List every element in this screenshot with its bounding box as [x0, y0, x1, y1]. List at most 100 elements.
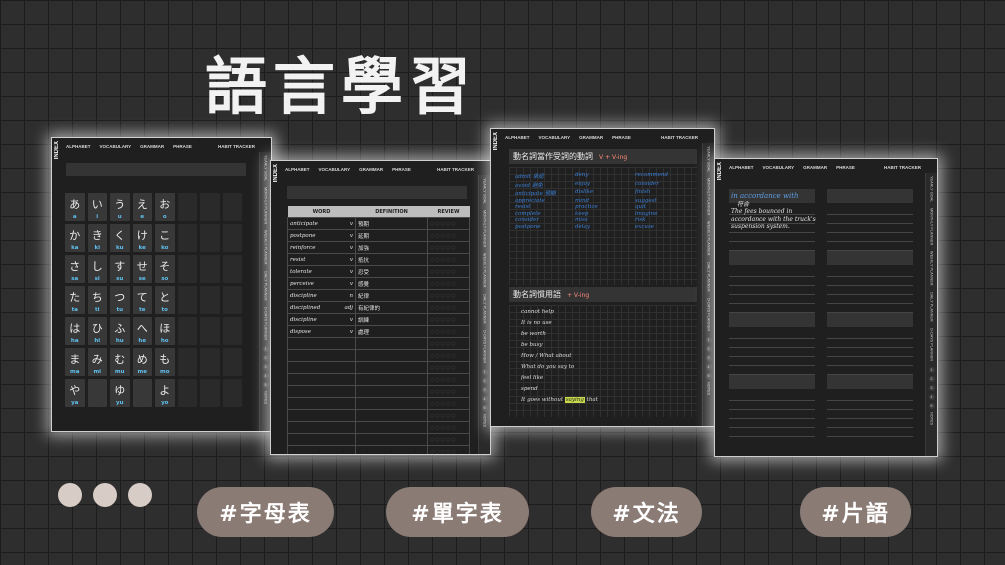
tab-number-1[interactable]: 1	[705, 336, 712, 343]
tab-yearly-goal[interactable]: YEARLY GOAL	[483, 178, 487, 204]
phrase-line[interactable]	[827, 304, 913, 313]
tag-vocabulary[interactable]: #單字表	[386, 487, 529, 537]
phrase-line[interactable]	[827, 242, 913, 251]
phrase-line[interactable]	[729, 277, 815, 286]
tab-daily-planner[interactable]: DAILY PLANNER	[930, 292, 934, 322]
phrase-header-block[interactable]	[827, 375, 913, 389]
review-cell[interactable]: ○○○○○	[427, 277, 470, 290]
phrase-line[interactable]	[729, 366, 815, 375]
tab-monthly-planner[interactable]: MONTHLY PLANNER	[483, 210, 487, 247]
review-cell[interactable]: ○○○○○	[427, 337, 470, 350]
phrase-header-block[interactable]	[827, 251, 913, 265]
nav-vocabulary[interactable]: VOCABULARY	[100, 144, 132, 149]
phrase-line[interactable]	[827, 233, 913, 242]
tab-number-3[interactable]: 3	[705, 354, 712, 361]
phrase-line[interactable]	[827, 401, 913, 410]
tab-number-5[interactable]: 5	[928, 402, 935, 409]
tab-weekly-planner[interactable]: WEEKLY PLANNER	[264, 230, 268, 264]
phrase-line[interactable]	[827, 366, 913, 375]
tab-number-4[interactable]: 4	[481, 395, 488, 402]
review-cell[interactable]: ○○○○○	[427, 409, 470, 422]
tab-number-2[interactable]: 2	[928, 375, 935, 382]
alphabet-page[interactable]: INDEX ALPHABET VOCABULARY GRAMMAR PHRASE…	[51, 137, 272, 432]
review-cell[interactable]: ○○○○○	[427, 241, 470, 254]
tab-notes[interactable]: NOTES	[483, 414, 487, 427]
tab-number-3[interactable]: 3	[928, 384, 935, 391]
tab-d-days-planner[interactable]: D-DAYS PLANNER	[483, 330, 487, 363]
review-cell[interactable]: ○○○○○	[427, 361, 470, 374]
phrase-line[interactable]	[729, 401, 815, 410]
tab-d-days-planner[interactable]: D-DAYS PLANNER	[264, 307, 268, 340]
review-cell[interactable]: ○○○○○	[427, 289, 470, 302]
phrase-line[interactable]	[827, 357, 913, 366]
vocabulary-page[interactable]: INDEX ALPHABET VOCABULARY GRAMMAR PHRASE…	[270, 160, 491, 455]
tab-number-5[interactable]: 5	[481, 404, 488, 411]
review-cell[interactable]: ○○○○○	[427, 397, 470, 410]
nav-phrase[interactable]: PHRASE	[836, 165, 855, 170]
tag-grammar[interactable]: #文法	[591, 487, 702, 537]
tab-d-days-planner[interactable]: D-DAYS PLANNER	[707, 298, 711, 331]
phrase-line[interactable]	[827, 348, 913, 357]
tab-notes[interactable]: NOTES	[707, 382, 711, 395]
phrase-line[interactable]	[729, 295, 815, 304]
phrase-header-block[interactable]	[827, 313, 913, 327]
tab-number-2[interactable]: 2	[262, 354, 269, 361]
tab-number-5[interactable]: 5	[705, 372, 712, 379]
nav-phrase[interactable]: PHRASE	[612, 135, 631, 140]
tab-number-4[interactable]: 4	[928, 393, 935, 400]
review-cell[interactable]: ○○○○○	[427, 421, 470, 434]
phrase-line[interactable]	[729, 410, 815, 419]
tab-number-4[interactable]: 4	[705, 363, 712, 370]
phrase-line[interactable]	[827, 410, 913, 419]
tab-daily-planner[interactable]: DAILY PLANNER	[483, 294, 487, 324]
phrase-line[interactable]	[827, 330, 913, 339]
review-cell[interactable]: ○○○○○	[427, 445, 470, 454]
phrase-header-block[interactable]	[729, 313, 815, 327]
tab-monthly-planner[interactable]: MONTHLY PLANNER	[930, 208, 934, 245]
review-cell[interactable]: ○○○○○	[427, 385, 470, 398]
tab-number-1[interactable]: 1	[262, 345, 269, 352]
phrase-line[interactable]	[729, 357, 815, 366]
phrase-line[interactable]	[729, 392, 815, 401]
nav-phrase[interactable]: PHRASE	[173, 144, 192, 149]
tab-yearly-goal[interactable]: YEARLY GOAL	[707, 146, 711, 172]
nav-alphabet[interactable]: ALPHABET	[505, 135, 530, 140]
phrase-line[interactable]	[827, 295, 913, 304]
tab-number-3[interactable]: 3	[262, 363, 269, 370]
phrase-header-block[interactable]	[827, 189, 913, 203]
nav-alphabet[interactable]: ALPHABET	[729, 165, 754, 170]
review-cell[interactable]: ○○○○○	[427, 433, 470, 446]
tab-monthly-planner[interactable]: MONTHLY PLANNER	[707, 178, 711, 215]
tab-monthly-planner[interactable]: MONTHLY PLANNER	[264, 187, 268, 224]
tab-notes[interactable]: NOTES	[264, 391, 268, 404]
nav-habit-tracker[interactable]: HABIT TRACKER	[218, 144, 255, 149]
nav-vocabulary[interactable]: VOCABULARY	[763, 165, 795, 170]
nav-grammar[interactable]: GRAMMAR	[803, 165, 827, 170]
tab-notes[interactable]: NOTES	[930, 412, 934, 425]
nav-vocabulary[interactable]: VOCABULARY	[539, 135, 571, 140]
tab-number-3[interactable]: 3	[481, 386, 488, 393]
phrase-line[interactable]	[827, 268, 913, 277]
tab-number-5[interactable]: 5	[262, 381, 269, 388]
tab-yearly-goal[interactable]: YEARLY GOAL	[264, 155, 268, 181]
review-cell[interactable]: ○○○○○	[427, 265, 470, 278]
phrase-line[interactable]	[827, 277, 913, 286]
tab-number-2[interactable]: 2	[705, 345, 712, 352]
phrase-page[interactable]: INDEX ALPHABET VOCABULARY GRAMMAR PHRASE…	[714, 158, 938, 457]
tag-phrase[interactable]: #片語	[800, 487, 911, 537]
tab-number-2[interactable]: 2	[481, 377, 488, 384]
tab-d-days-planner[interactable]: D-DAYS PLANNER	[930, 328, 934, 361]
tab-weekly-planner[interactable]: WEEKLY PLANNER	[930, 251, 934, 285]
tab-number-1[interactable]: 1	[928, 366, 935, 373]
phrase-line[interactable]	[729, 428, 815, 437]
nav-alphabet[interactable]: ALPHABET	[66, 144, 91, 149]
tab-daily-planner[interactable]: DAILY PLANNER	[707, 262, 711, 292]
phrase-line[interactable]	[729, 348, 815, 357]
nav-habit-tracker[interactable]: HABIT TRACKER	[661, 135, 698, 140]
nav-alphabet[interactable]: ALPHABET	[285, 167, 310, 172]
phrase-line[interactable]	[729, 419, 815, 428]
phrase-line[interactable]	[729, 339, 815, 348]
nav-grammar[interactable]: GRAMMAR	[579, 135, 603, 140]
phrase-line[interactable]	[827, 286, 913, 295]
tab-weekly-planner[interactable]: WEEKLY PLANNER	[483, 253, 487, 287]
